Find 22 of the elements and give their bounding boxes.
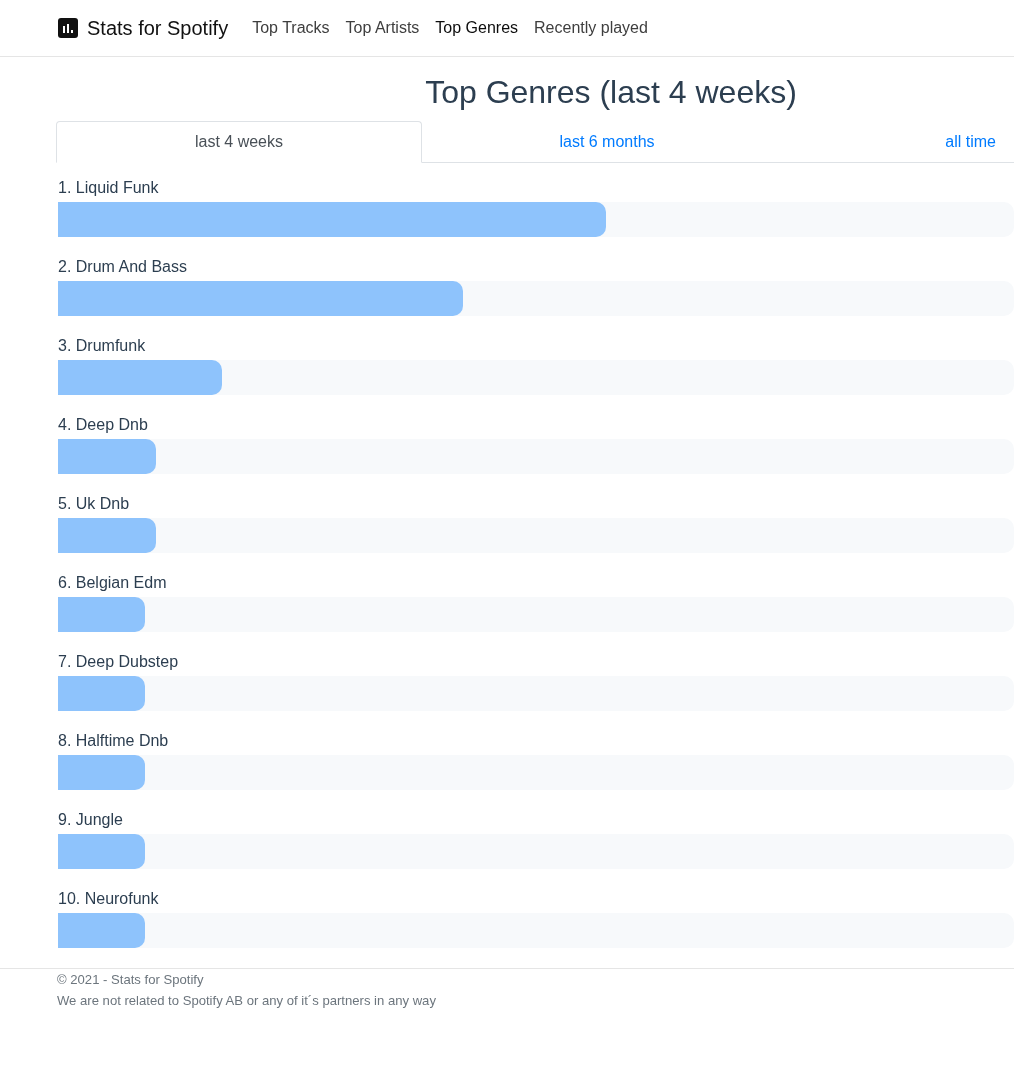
brand-link[interactable]: Stats for Spotify [58,11,229,45]
genre-label: 7. Deep Dubstep [58,652,179,672]
nav-link[interactable]: Top Artists [337,8,428,48]
page-title: Top Genres (last 4 weeks) [425,73,797,111]
genre-label: 6. Belgian Edm [58,573,167,593]
disclaimer-text: We are not related to Spotify AB or any of it´s partners in any way [57,992,436,1010]
copyright-text: © 2021 - Stats for Spotify [57,971,204,989]
genre-label: 9. Jungle [58,810,123,830]
nav-link[interactable]: Top Genres [427,8,527,48]
genre-label: 10. Neurofunk [58,889,159,909]
period-tab[interactable]: all time [792,121,1014,163]
genre-label: 2. Drum And Bass [58,257,187,277]
genre-label: 5. Uk Dnb [58,494,130,514]
genre-label: 4. Deep Dnb [58,415,148,435]
bar-chart-icon [58,18,78,38]
nav-link[interactable]: Recently played [526,8,656,48]
genre-label: 1. Liquid Funk [58,178,159,198]
period-tab[interactable]: last 4 weeks [56,121,422,163]
genre-label: 3. Drumfunk [58,336,146,356]
period-tab[interactable]: last 6 months [422,121,792,163]
nav-link[interactable]: Top Tracks [244,8,338,48]
genre-label: 8. Halftime Dnb [58,731,169,751]
